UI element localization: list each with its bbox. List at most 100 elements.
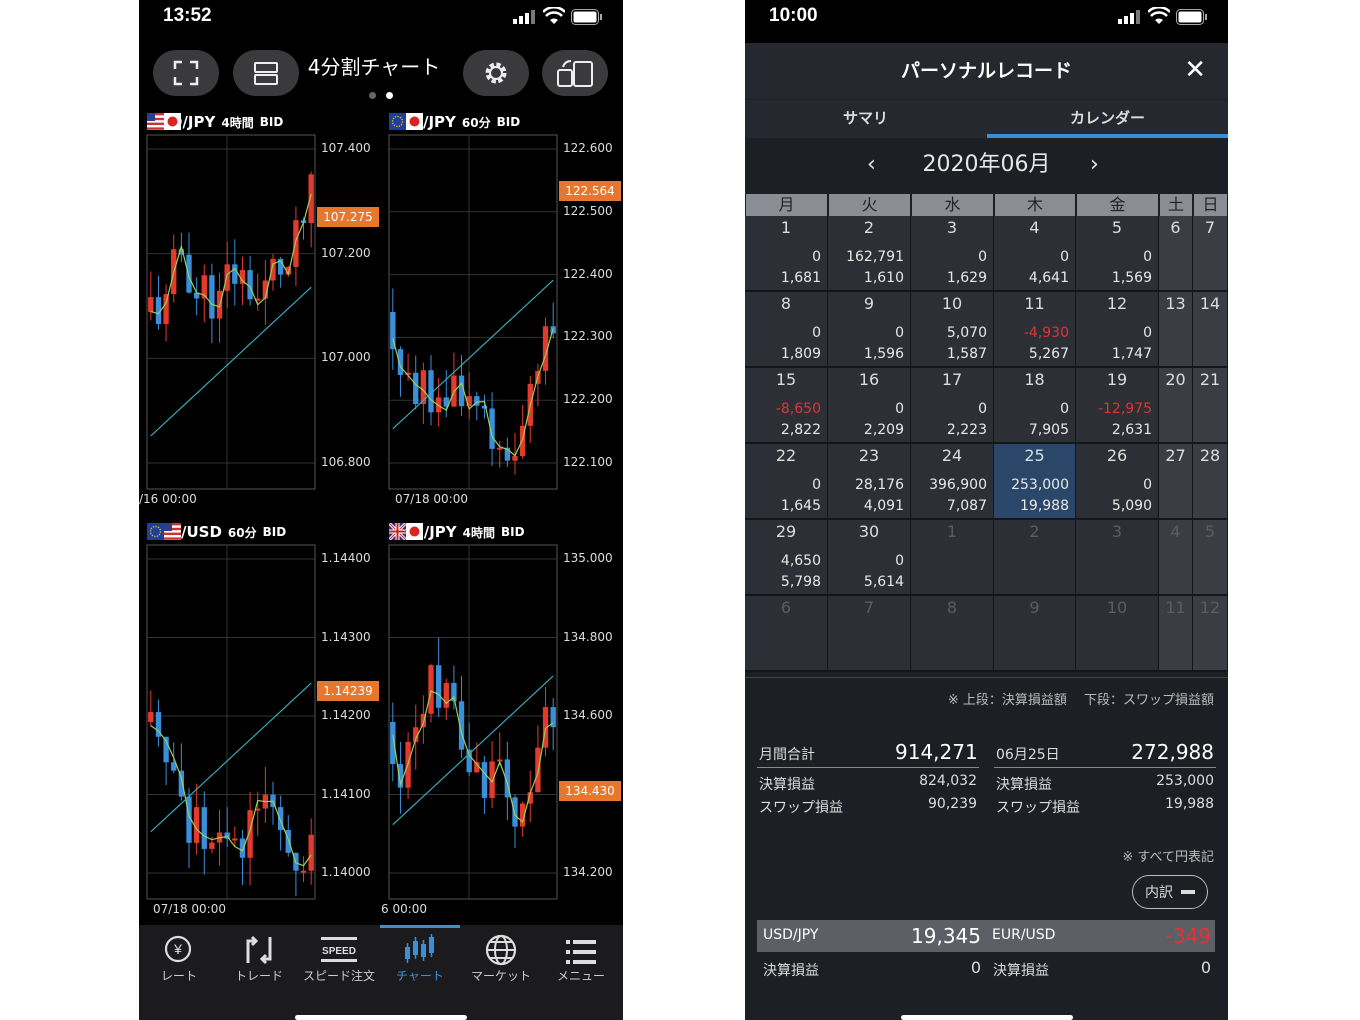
- day-number: 28: [1199, 446, 1221, 465]
- wifi-icon: [543, 7, 565, 24]
- day-number: 8: [780, 294, 792, 313]
- calendar-day-cell[interactable]: 13: [1159, 292, 1193, 368]
- calendar-day-cell[interactable]: 10: [1076, 596, 1159, 672]
- tab-summary[interactable]: サマリ: [745, 100, 986, 138]
- chart-panel-gbpjpy[interactable]: GBP/JPY4時間BID135.000134.800134.600134.40…: [381, 517, 623, 927]
- globe-icon: [485, 934, 517, 966]
- price-axis-label: 122.600: [563, 141, 613, 155]
- time-axis-label: 07/18 00:00: [153, 902, 226, 916]
- swap-pl: 5,798: [780, 574, 821, 590]
- chart-panel-eurusd[interactable]: EUR/USD 60分 BID 1.14400 1.14300 1.14200 1.1410…: [139, 517, 381, 927]
- day-number: 29: [775, 522, 797, 541]
- calendar-day-cell[interactable]: 10 5,070 1,587: [911, 292, 994, 368]
- day-number: 2: [1029, 522, 1040, 541]
- calendar-day-cell[interactable]: 2 162,791 1,610: [828, 216, 911, 292]
- calendar-day-cell[interactable]: 23 28,176 4,091: [828, 444, 911, 520]
- day-number: 6: [1170, 218, 1181, 237]
- settlement-pl: 5,070: [946, 325, 987, 341]
- settlement-pl: 0: [895, 401, 904, 417]
- day-number: 19: [1106, 370, 1128, 389]
- tab-menu[interactable]: メニュー: [541, 925, 621, 995]
- next-month-button[interactable]: ›: [1090, 140, 1099, 190]
- calendar-day-cell[interactable]: 4: [1159, 520, 1193, 596]
- calendar-day-cell[interactable]: 8: [911, 596, 994, 672]
- calendar-day-cell[interactable]: 29 4,650 5,798: [745, 520, 828, 596]
- calendar-day-cell[interactable]: 5: [1193, 520, 1228, 596]
- calendar-day-cell[interactable]: 24 396,900 7,087: [911, 444, 994, 520]
- calendar-day-cell[interactable]: 2: [994, 520, 1076, 596]
- price-axis-label: 1.14300: [321, 629, 371, 644]
- calendar-day-cell[interactable]: 9 0 1,596: [828, 292, 911, 368]
- chart-panel-eurjpy[interactable]: EUR/JPY60分BID122.600122.500122.400122.30…: [381, 107, 623, 517]
- calendar-day-cell[interactable]: 3: [1076, 520, 1159, 596]
- swap-pl: 1,809: [780, 346, 821, 362]
- calendar-day-cell[interactable]: 15 -8,650 2,822: [745, 368, 828, 444]
- calendar-day-cell[interactable]: 21: [1193, 368, 1228, 444]
- price-axis-label: 1.14000: [321, 865, 371, 879]
- rotate-button[interactable]: [542, 50, 608, 96]
- prev-month-button[interactable]: ‹: [867, 140, 876, 190]
- calendar-day-cell[interactable]: 26 0 5,090: [1076, 444, 1159, 520]
- calendar-day-cell[interactable]: 17 0 2,223: [911, 368, 994, 444]
- calendar-day-cell[interactable]: 18 0 7,905: [994, 368, 1076, 444]
- status-time: 10:00: [769, 5, 818, 26]
- calendar-day-cell[interactable]: 27: [1159, 444, 1193, 520]
- chart-panel-usdjpy[interactable]: USD/JPY 4時間 BID 107.400 107.200 107.000 106.80…: [139, 107, 381, 517]
- day-number: 11: [1024, 294, 1045, 313]
- swap-pl: 4,641: [1028, 270, 1069, 286]
- calendar-day-cell[interactable]: 28: [1193, 444, 1228, 520]
- swap-pl: 2,822: [780, 422, 821, 438]
- settlement-pl: 0: [1143, 325, 1152, 341]
- calendar-day-cell[interactable]: 16 0 2,209: [828, 368, 911, 444]
- calendar-day-cell[interactable]: 1 0 1,681: [745, 216, 828, 292]
- settlement-pl: 0: [1060, 401, 1069, 417]
- calendar-day-cell[interactable]: 12: [1193, 596, 1228, 672]
- calendar-day-cell[interactable]: 12 0 1,747: [1076, 292, 1159, 368]
- calendar-day-cell[interactable]: 7: [1193, 216, 1228, 292]
- month-total-value: 914,271: [895, 740, 978, 764]
- menu-icon: [566, 940, 596, 964]
- calendar-day-cell[interactable]: 6: [745, 596, 828, 672]
- calendar-day-cell[interactable]: 6: [1159, 216, 1193, 292]
- calendar-day-cell[interactable]: 25 253,000 19,988: [994, 444, 1076, 520]
- price-axis-label: 107.200: [321, 245, 371, 260]
- calendar-day-cell[interactable]: 3 0 1,629: [911, 216, 994, 292]
- tab-speed-order[interactable]: SPEED スピード注文: [299, 925, 379, 995]
- settings-button[interactable]: [463, 50, 529, 96]
- current-price-badge: 134.430: [559, 781, 621, 801]
- swap-pl: 7,905: [1028, 422, 1069, 438]
- tab-calendar[interactable]: カレンダー: [987, 100, 1228, 138]
- calendar-day-cell[interactable]: 5 0 1,569: [1076, 216, 1159, 292]
- calendar-day-cell[interactable]: 11: [1159, 596, 1193, 672]
- calendar-day-cell[interactable]: 8 0 1,809: [745, 292, 828, 368]
- tab-label: スピード注文: [302, 969, 375, 983]
- breakdown-toggle-button[interactable]: 内訳: [1132, 875, 1208, 909]
- cellular-signal-icon: [513, 10, 535, 24]
- current-price-badge: 107.275: [317, 207, 379, 227]
- calendar-day-cell[interactable]: 4 0 4,641: [994, 216, 1076, 292]
- calendar-day-cell[interactable]: 1: [911, 520, 994, 596]
- tab-rate[interactable]: ¥ レート: [139, 925, 219, 995]
- screen-title: パーソナルレコード: [900, 60, 1072, 82]
- fullscreen-button[interactable]: [153, 50, 219, 96]
- tab-market[interactable]: マーケット: [461, 925, 541, 995]
- expand-icon: [173, 60, 199, 86]
- close-icon[interactable]: ✕: [1184, 57, 1206, 83]
- settlement-pl: 0: [978, 401, 987, 417]
- settlement-pl: 0: [1060, 249, 1069, 265]
- calendar-day-cell[interactable]: 30 0 5,614: [828, 520, 911, 596]
- tab-chart[interactable]: チャート: [380, 925, 460, 995]
- calendar-day-cell[interactable]: 14: [1193, 292, 1228, 368]
- current-price-badge: 1.14239: [317, 681, 379, 701]
- svg-text:SPEED: SPEED: [322, 946, 356, 957]
- minus-icon: [1181, 890, 1195, 894]
- calendar-day-cell[interactable]: 9: [994, 596, 1076, 672]
- calendar-day-cell[interactable]: 7: [828, 596, 911, 672]
- day-number: 15: [775, 370, 797, 389]
- tab-trade[interactable]: トレード: [219, 925, 299, 995]
- calendar-day-cell[interactable]: 11 -4,930 5,267: [994, 292, 1076, 368]
- calendar-day-cell[interactable]: 19 -12,975 2,631: [1076, 368, 1159, 444]
- calendar-day-cell[interactable]: 22 0 1,645: [745, 444, 828, 520]
- calendar-day-cell[interactable]: 20: [1159, 368, 1193, 444]
- price-axis-label: 122.400: [563, 266, 613, 281]
